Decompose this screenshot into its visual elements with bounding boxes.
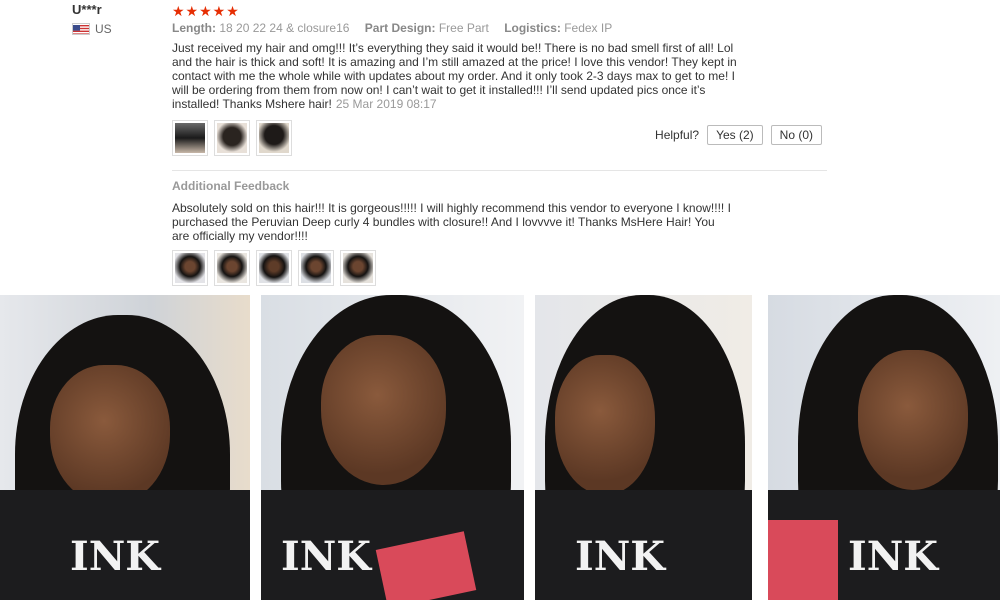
additional-thumbnail[interactable] [172, 250, 208, 286]
meta-length-value: 18 20 22 24 & closure16 [219, 21, 350, 35]
country-code: US [95, 22, 112, 36]
reviewer-name: U***r [72, 2, 102, 17]
rating-stars: ★★★★★ [172, 3, 240, 19]
review-photo[interactable]: INK [261, 295, 524, 600]
review-thumbnails [172, 120, 292, 156]
additional-thumbnail[interactable] [214, 250, 250, 286]
helpful-no-button[interactable]: No (0) [770, 125, 822, 145]
meta-logistics-value: Fedex IP [564, 21, 613, 35]
review-text: Just received my hair and omg!!! It’s ev… [172, 41, 737, 111]
helpful-label: Helpful? [655, 128, 700, 142]
meta-length-key: Length: [172, 21, 216, 35]
review-photo[interactable]: INK [535, 295, 752, 600]
review-date: 25 Mar 2019 08:17 [335, 97, 437, 111]
additional-thumbnail[interactable] [340, 250, 376, 286]
review-thumbnail[interactable] [256, 120, 292, 156]
additional-thumbnail[interactable] [298, 250, 334, 286]
review-meta: Length: 18 20 22 24 & closure16 Part Des… [172, 21, 624, 35]
helpful-yes-button[interactable]: Yes (2) [707, 125, 763, 145]
additional-feedback-title: Additional Feedback [172, 179, 290, 193]
reviewer-country: US [72, 22, 112, 36]
helpful-section: Helpful? Yes (2) No (0) [655, 125, 822, 145]
divider [172, 170, 827, 171]
additional-thumbnails [172, 250, 376, 286]
meta-part-value: Free Part [438, 21, 489, 35]
additional-thumbnail[interactable] [256, 250, 292, 286]
us-flag-icon [72, 23, 90, 35]
additional-feedback-text: Absolutely sold on this hair!!! It is go… [172, 201, 731, 243]
meta-logistics-key: Logistics: [504, 21, 561, 35]
review-body: Just received my hair and omg!!! It’s ev… [172, 41, 752, 111]
review-photo[interactable]: INK [768, 295, 1000, 600]
review-photo[interactable]: INK [0, 295, 250, 600]
review-thumbnail[interactable] [172, 120, 208, 156]
review-thumbnail[interactable] [214, 120, 250, 156]
meta-part-key: Part Design: [364, 21, 436, 35]
dice-print [768, 520, 838, 600]
